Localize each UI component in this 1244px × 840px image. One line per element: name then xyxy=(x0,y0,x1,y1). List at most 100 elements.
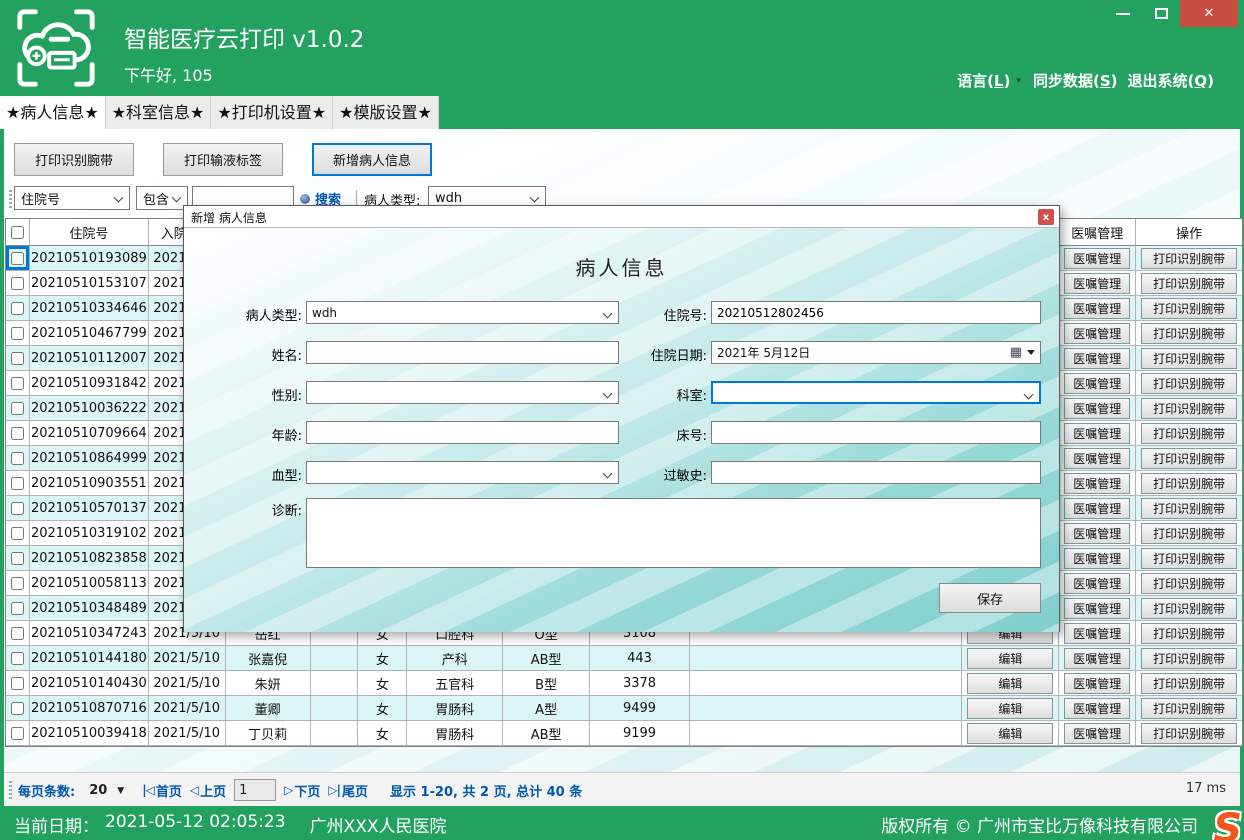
print-wristband-row-button[interactable]: 打印识别腕带 xyxy=(1141,273,1237,294)
orders-button[interactable]: 医嘱管理 xyxy=(1064,673,1130,694)
orders-button[interactable]: 医嘱管理 xyxy=(1064,398,1130,419)
print-infusion-label-button[interactable]: 打印输液标签 xyxy=(163,143,283,176)
print-wristband-row-button[interactable]: 打印识别腕带 xyxy=(1141,623,1237,644)
patient-type-select[interactable]: wdh xyxy=(306,301,619,324)
first-page-button[interactable]: |◁首页 xyxy=(142,781,182,800)
row-checkbox[interactable] xyxy=(11,252,24,265)
print-wristband-row-button[interactable]: 打印识别腕带 xyxy=(1141,398,1237,419)
row-checkbox[interactable] xyxy=(11,527,24,540)
print-wristband-row-button[interactable]: 打印识别腕带 xyxy=(1141,348,1237,369)
filter-operator-select[interactable]: 包含 xyxy=(136,186,188,210)
bed-number-input[interactable] xyxy=(717,422,1035,443)
row-checkbox[interactable] xyxy=(11,377,24,390)
dialog-close-button[interactable]: x xyxy=(1038,209,1054,225)
row-checkbox[interactable] xyxy=(11,502,24,515)
admission-id-input[interactable] xyxy=(717,302,1035,323)
blood-type-select[interactable] xyxy=(306,461,619,484)
tab-patient-info[interactable]: ★病人信息★ xyxy=(0,96,106,129)
select-all-checkbox[interactable] xyxy=(11,226,24,239)
print-wristband-row-button[interactable]: 打印识别腕带 xyxy=(1141,598,1237,619)
row-checkbox[interactable] xyxy=(11,652,24,665)
print-wristband-row-button[interactable]: 打印识别腕带 xyxy=(1141,673,1237,694)
row-checkbox[interactable] xyxy=(11,277,24,290)
row-checkbox[interactable] xyxy=(11,477,24,490)
orders-button[interactable]: 医嘱管理 xyxy=(1064,573,1130,594)
close-button[interactable]: ✕ xyxy=(1180,0,1238,27)
gender-select[interactable] xyxy=(306,381,619,404)
orders-button[interactable]: 医嘱管理 xyxy=(1064,498,1130,519)
print-wristband-row-button[interactable]: 打印识别腕带 xyxy=(1141,323,1237,344)
last-page-button[interactable]: ▷|尾页 xyxy=(328,781,368,800)
separator: | xyxy=(354,188,359,206)
orders-button[interactable]: 医嘱管理 xyxy=(1064,698,1130,719)
row-checkbox[interactable] xyxy=(11,302,24,315)
edit-button[interactable]: 编辑 xyxy=(967,698,1053,719)
filter-field-select[interactable]: 住院号 xyxy=(14,186,130,210)
tab-department-info[interactable]: ★科室信息★ xyxy=(106,96,212,129)
orders-button[interactable]: 医嘱管理 xyxy=(1064,598,1130,619)
orders-button[interactable]: 医嘱管理 xyxy=(1064,523,1130,544)
orders-button[interactable]: 医嘱管理 xyxy=(1064,473,1130,494)
next-page-button[interactable]: ▷下页 xyxy=(284,781,320,800)
print-wristband-row-button[interactable]: 打印识别腕带 xyxy=(1141,248,1237,269)
print-wristband-row-button[interactable]: 打印识别腕带 xyxy=(1141,298,1237,319)
admission-date-picker[interactable]: 2021年 5月12日▦ xyxy=(711,341,1041,364)
row-checkbox[interactable] xyxy=(11,352,24,365)
row-checkbox[interactable] xyxy=(11,452,24,465)
orders-button[interactable]: 医嘱管理 xyxy=(1064,273,1130,294)
orders-button[interactable]: 医嘱管理 xyxy=(1064,298,1130,319)
row-checkbox[interactable] xyxy=(11,702,24,715)
row-checkbox[interactable] xyxy=(11,402,24,415)
page-number-input[interactable] xyxy=(234,779,276,801)
department-select[interactable] xyxy=(711,381,1041,404)
print-wristband-toolbar-button[interactable]: 打印识别腕带 xyxy=(14,143,134,176)
allergy-input[interactable] xyxy=(717,462,1035,483)
orders-button[interactable]: 医嘱管理 xyxy=(1064,348,1130,369)
orders-button[interactable]: 医嘱管理 xyxy=(1064,373,1130,394)
maximize-button[interactable] xyxy=(1142,0,1180,27)
row-checkbox[interactable] xyxy=(11,627,24,640)
orders-button[interactable]: 医嘱管理 xyxy=(1064,548,1130,569)
row-checkbox[interactable] xyxy=(11,727,24,740)
menu-sync-data[interactable]: 同步数据(S) xyxy=(1033,70,1118,91)
orders-button[interactable]: 医嘱管理 xyxy=(1064,423,1130,444)
menu-language[interactable]: 语言(L) xyxy=(957,70,1010,91)
add-patient-button[interactable]: 新增病人信息 xyxy=(312,143,432,176)
minimize-button[interactable] xyxy=(1104,0,1142,27)
age-input[interactable] xyxy=(312,422,613,443)
print-wristband-row-button[interactable]: 打印识别腕带 xyxy=(1141,723,1237,744)
orders-button[interactable]: 医嘱管理 xyxy=(1064,623,1130,644)
print-wristband-row-button[interactable]: 打印识别腕带 xyxy=(1141,648,1237,669)
orders-button[interactable]: 医嘱管理 xyxy=(1064,323,1130,344)
print-wristband-row-button[interactable]: 打印识别腕带 xyxy=(1141,498,1237,519)
orders-button[interactable]: 医嘱管理 xyxy=(1064,648,1130,669)
name-input[interactable] xyxy=(312,342,613,363)
print-wristband-row-button[interactable]: 打印识别腕带 xyxy=(1141,573,1237,594)
row-checkbox[interactable] xyxy=(11,552,24,565)
row-checkbox[interactable] xyxy=(11,602,24,615)
row-checkbox[interactable] xyxy=(11,327,24,340)
edit-button[interactable]: 编辑 xyxy=(967,648,1053,669)
row-checkbox[interactable] xyxy=(11,577,24,590)
print-wristband-row-button[interactable]: 打印识别腕带 xyxy=(1141,423,1237,444)
prev-page-button[interactable]: ◁上页 xyxy=(190,781,226,800)
orders-button[interactable]: 医嘱管理 xyxy=(1064,723,1130,744)
row-checkbox[interactable] xyxy=(11,677,24,690)
tab-template-settings[interactable]: ★模版设置★ xyxy=(333,96,439,129)
orders-button[interactable]: 医嘱管理 xyxy=(1064,248,1130,269)
row-checkbox[interactable] xyxy=(11,427,24,440)
edit-button[interactable]: 编辑 xyxy=(967,673,1053,694)
per-page-select[interactable]: 20 xyxy=(89,783,107,798)
tab-printer-settings[interactable]: ★打印机设置★ xyxy=(211,96,333,129)
edit-button[interactable]: 编辑 xyxy=(967,723,1053,744)
print-wristband-row-button[interactable]: 打印识别腕带 xyxy=(1141,698,1237,719)
print-wristband-row-button[interactable]: 打印识别腕带 xyxy=(1141,473,1237,494)
print-wristband-row-button[interactable]: 打印识别腕带 xyxy=(1141,448,1237,469)
print-wristband-row-button[interactable]: 打印识别腕带 xyxy=(1141,373,1237,394)
print-wristband-row-button[interactable]: 打印识别腕带 xyxy=(1141,523,1237,544)
diagnosis-textarea[interactable] xyxy=(306,498,1041,568)
save-button[interactable]: 保存 xyxy=(939,583,1041,613)
print-wristband-row-button[interactable]: 打印识别腕带 xyxy=(1141,548,1237,569)
menu-exit-system[interactable]: 退出系统(Q) xyxy=(1128,70,1214,91)
orders-button[interactable]: 医嘱管理 xyxy=(1064,448,1130,469)
